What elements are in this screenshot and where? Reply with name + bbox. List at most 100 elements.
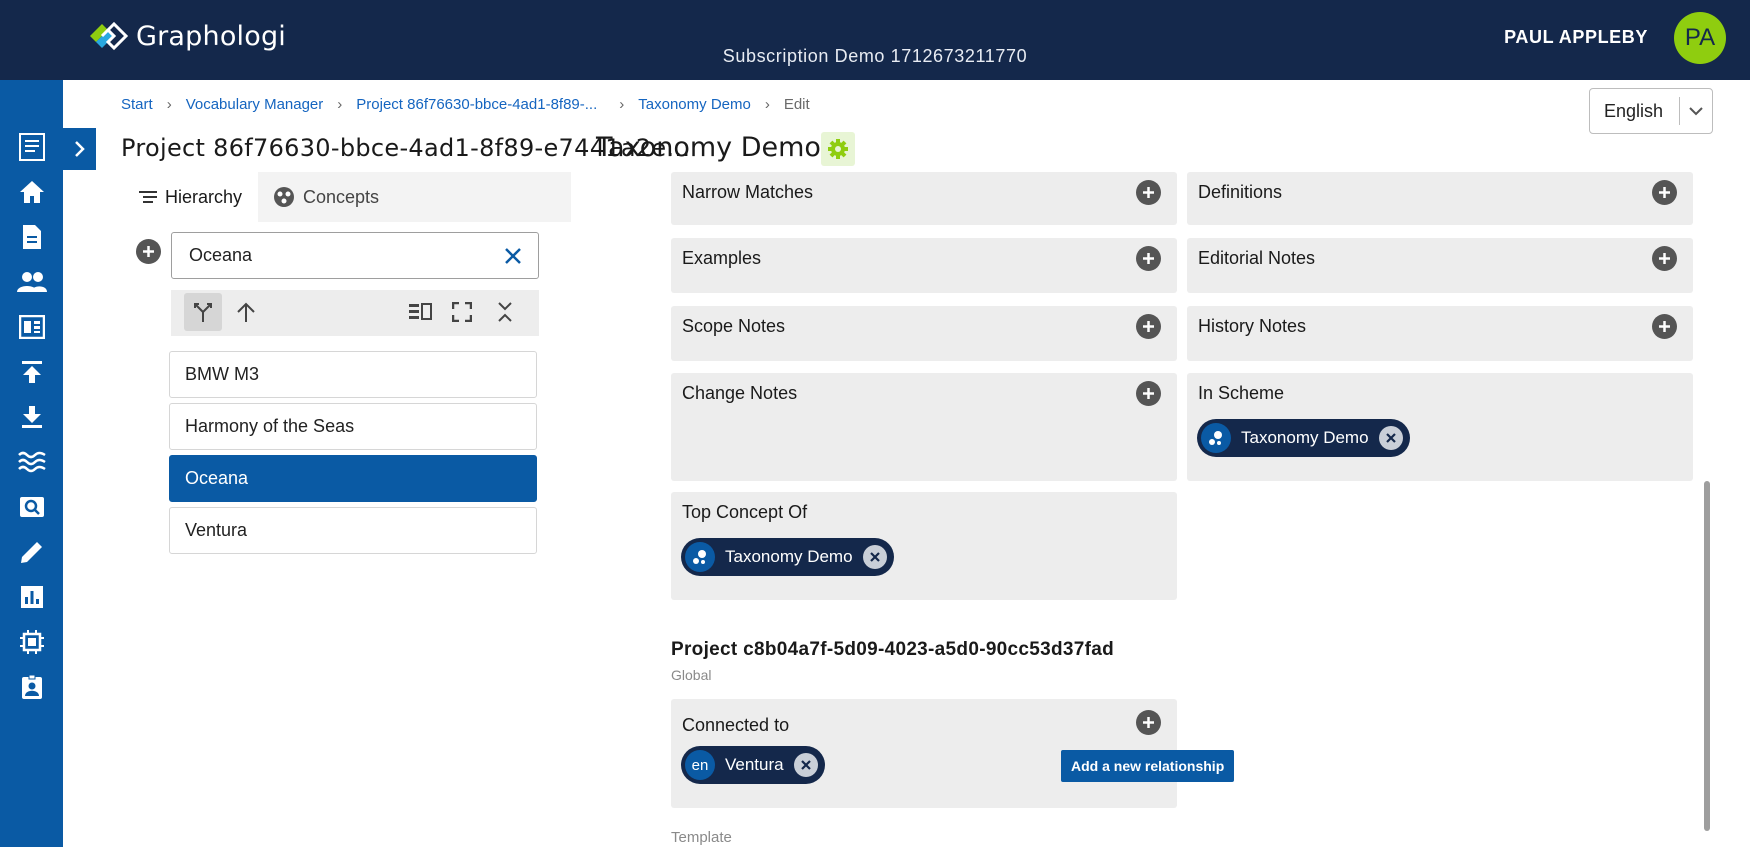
field-definitions: Definitions bbox=[1187, 172, 1693, 225]
top-concept-chip[interactable]: Taxonomy Demo bbox=[681, 538, 894, 576]
search-value: Oceana bbox=[189, 245, 253, 265]
fullscreen-icon[interactable] bbox=[443, 293, 481, 331]
upload-icon[interactable] bbox=[0, 351, 63, 393]
field-label: Examples bbox=[682, 248, 762, 268]
chevron-down-icon[interactable] bbox=[1680, 106, 1712, 116]
search-input[interactable]: Oceana bbox=[171, 232, 539, 279]
plus-icon bbox=[1143, 717, 1154, 728]
breadcrumb-start[interactable]: Start bbox=[121, 96, 153, 113]
user-name[interactable]: PAUL APPLEBY bbox=[1504, 27, 1648, 48]
add-relationship-tooltip: Add a new relationship bbox=[1061, 750, 1235, 782]
download-icon[interactable] bbox=[0, 396, 63, 438]
breadcrumb-taxonomy[interactable]: Taxonomy Demo bbox=[638, 96, 751, 113]
tree-item[interactable]: Ventura bbox=[169, 507, 537, 554]
plus-icon bbox=[143, 246, 154, 257]
waves-icon[interactable] bbox=[0, 441, 63, 483]
tab-hierarchy[interactable]: Hierarchy bbox=[121, 172, 258, 222]
tab-concepts-label: Concepts bbox=[303, 186, 380, 207]
language-badge: en bbox=[685, 750, 715, 780]
plus-icon bbox=[1659, 253, 1670, 264]
close-icon[interactable] bbox=[488, 247, 538, 265]
field-label: Narrow Matches bbox=[682, 182, 814, 202]
tab-hierarchy-label: Hierarchy bbox=[165, 186, 243, 207]
plus-icon bbox=[1143, 253, 1154, 264]
breadcrumb-vocabulary-manager[interactable]: Vocabulary Manager bbox=[186, 96, 324, 113]
add-example-button[interactable] bbox=[1136, 246, 1161, 271]
field-top-concept-of: Top Concept Of Taxonomy Demo bbox=[671, 492, 1177, 600]
chip-icon[interactable] bbox=[0, 621, 63, 663]
field-narrow-matches: Narrow Matches bbox=[671, 172, 1177, 225]
top-bar: Graphologi Subscription Demo 17126732117… bbox=[0, 0, 1750, 80]
edit-icon[interactable] bbox=[0, 531, 63, 573]
plus-icon bbox=[1143, 321, 1154, 332]
language-select[interactable]: English bbox=[1589, 88, 1713, 134]
field-editorial-notes: Editorial Notes bbox=[1187, 238, 1693, 293]
remove-icon[interactable] bbox=[862, 545, 887, 569]
connected-chip[interactable]: en Ventura bbox=[681, 746, 825, 784]
scheme-icon bbox=[1201, 423, 1231, 453]
add-change-note-button[interactable] bbox=[1136, 381, 1161, 406]
view-columns-icon[interactable] bbox=[401, 293, 439, 331]
people-icon[interactable] bbox=[0, 261, 63, 303]
breadcrumb-project[interactable]: Project 86f76630-bbce-4ad1-8f89-... bbox=[356, 96, 597, 113]
concepts-icon bbox=[273, 186, 295, 208]
tree-toolbar bbox=[171, 290, 539, 336]
arrow-up-icon[interactable] bbox=[227, 293, 265, 331]
field-label: Definitions bbox=[1198, 182, 1283, 202]
plus-icon bbox=[1659, 187, 1670, 198]
connected-chip-label: Ventura bbox=[725, 755, 784, 774]
taxonomy-title: Taxonomy Demo bbox=[596, 132, 821, 163]
field-change-notes: Change Notes bbox=[671, 373, 1177, 481]
breadcrumb-separator-icon: › bbox=[166, 96, 172, 113]
field-label: Connected to bbox=[682, 715, 790, 735]
taxonomy-settings-button[interactable] bbox=[821, 132, 855, 166]
add-concept-button[interactable] bbox=[136, 239, 161, 264]
main-scrollbar[interactable] bbox=[1704, 481, 1710, 831]
collapse-all-icon[interactable] bbox=[486, 293, 524, 331]
breadcrumb-separator-icon: › bbox=[619, 96, 625, 113]
language-selected: English bbox=[1604, 100, 1664, 121]
breadcrumb-separator-icon: › bbox=[337, 96, 343, 113]
subscription-name: Subscription Demo 1712673211770 bbox=[722, 46, 1028, 66]
tab-concepts[interactable]: Concepts bbox=[273, 172, 393, 222]
linked-project-subtitle: Global bbox=[671, 667, 712, 683]
list-icon bbox=[139, 190, 157, 204]
merge-icon[interactable] bbox=[184, 293, 222, 331]
field-scope-notes: Scope Notes bbox=[671, 306, 1177, 361]
badge-icon[interactable] bbox=[0, 666, 63, 708]
tree-item-selected[interactable]: Oceana bbox=[169, 455, 537, 502]
scheme-icon bbox=[685, 542, 715, 572]
add-narrow-match-button[interactable] bbox=[1136, 180, 1161, 205]
field-in-scheme: In Scheme Taxonomy Demo bbox=[1187, 373, 1693, 481]
add-history-note-button[interactable] bbox=[1652, 314, 1677, 339]
tree-item[interactable]: Harmony of the Seas bbox=[169, 403, 537, 450]
avatar[interactable]: PA bbox=[1674, 12, 1726, 64]
scheme-chip[interactable]: Taxonomy Demo bbox=[1197, 419, 1410, 457]
field-label: Change Notes bbox=[682, 383, 798, 403]
remove-icon[interactable] bbox=[1378, 426, 1403, 450]
add-definition-button[interactable] bbox=[1652, 180, 1677, 205]
document-icon[interactable] bbox=[0, 126, 63, 168]
linked-project-title: Project c8b04a7f-5d09-4023-a5d0-90cc53d3… bbox=[671, 639, 1115, 660]
breadcrumb-current: Edit bbox=[783, 96, 810, 113]
add-editorial-note-button[interactable] bbox=[1652, 246, 1677, 271]
search-icon[interactable] bbox=[0, 486, 63, 528]
plus-icon bbox=[1659, 321, 1670, 332]
field-history-notes: History Notes bbox=[1187, 306, 1693, 361]
chart-icon[interactable] bbox=[0, 576, 63, 618]
dashboard-icon[interactable] bbox=[0, 306, 63, 348]
chevron-right-icon bbox=[74, 141, 85, 157]
add-scope-note-button[interactable] bbox=[1136, 314, 1161, 339]
home-icon[interactable] bbox=[0, 171, 63, 213]
left-nav-rail bbox=[0, 80, 63, 847]
add-relationship-button[interactable] bbox=[1136, 710, 1161, 735]
file-icon[interactable] bbox=[0, 216, 63, 258]
expand-nav-button[interactable] bbox=[63, 128, 96, 170]
remove-icon[interactable] bbox=[793, 753, 818, 777]
field-examples: Examples bbox=[671, 238, 1177, 293]
field-label: In Scheme bbox=[1198, 383, 1285, 403]
field-label: Top Concept Of bbox=[682, 502, 808, 522]
plus-icon bbox=[1143, 388, 1154, 399]
tree-item[interactable]: BMW M3 bbox=[169, 351, 537, 398]
breadcrumb-separator-icon: › bbox=[764, 96, 770, 113]
